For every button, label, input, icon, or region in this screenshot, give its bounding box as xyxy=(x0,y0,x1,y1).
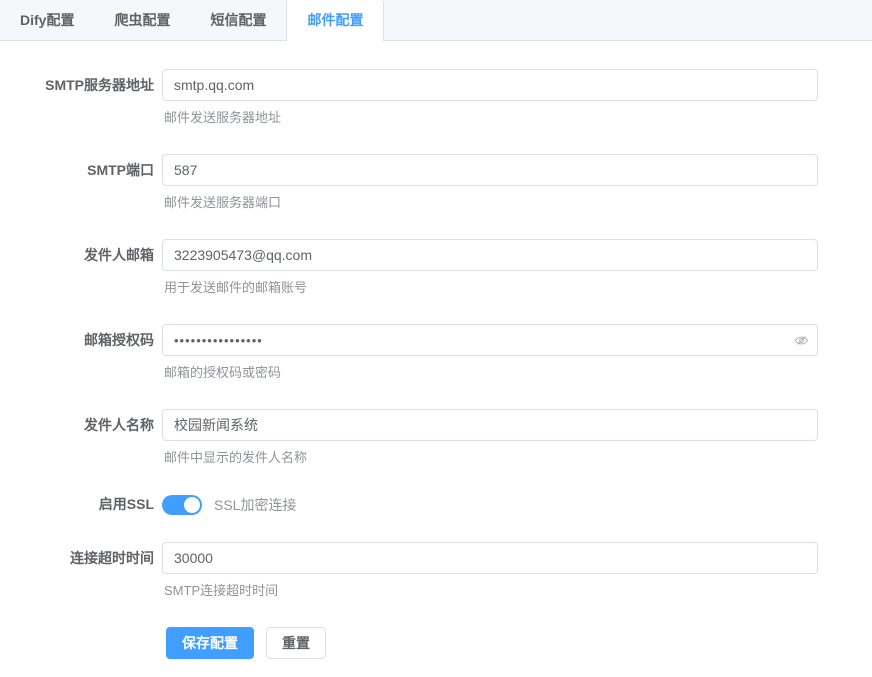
eye-hidden-icon[interactable] xyxy=(793,332,809,348)
tab-1[interactable]: Dify配置 xyxy=(0,0,94,41)
form-row: SMTP端口 邮件发送服务器端口 xyxy=(4,154,872,212)
field-label: SMTP服务器地址 xyxy=(4,69,154,101)
text-input[interactable] xyxy=(162,542,818,574)
save-config-button[interactable]: 保存配置 xyxy=(166,627,254,659)
field-help: 邮箱的授权码或密码 xyxy=(162,364,818,382)
field-label: 连接超时时间 xyxy=(4,542,154,574)
field-help: SMTP连接超时时间 xyxy=(162,582,818,600)
field-help: 用于发送邮件的邮箱账号 xyxy=(162,279,818,297)
ssl-toggle[interactable] xyxy=(162,495,202,515)
field-help: 邮件发送服务器地址 xyxy=(162,109,818,127)
form-rows: SMTP服务器地址 邮件发送服务器地址 SMTP端口 邮件发送服务器端口 发件人… xyxy=(4,69,872,600)
form-row: SMTP服务器地址 邮件发送服务器地址 xyxy=(4,69,872,127)
field-help: 邮件发送服务器端口 xyxy=(162,194,818,212)
button-row: 保存配置 重置 xyxy=(166,627,872,659)
ssl-row: 启用SSL SSL加密连接 xyxy=(4,494,872,515)
form-row: 发件人名称 邮件中显示的发件人名称 xyxy=(4,409,872,467)
text-input[interactable] xyxy=(162,69,818,101)
tab-2[interactable]: 爬虫配置 xyxy=(94,0,190,41)
tab-label: 邮件配置 xyxy=(307,12,363,28)
toggle-knob xyxy=(184,497,200,513)
tab-label: 短信配置 xyxy=(210,12,266,28)
field-label: 发件人邮箱 xyxy=(4,239,154,271)
tab-bar: Dify配置 爬虫配置 短信配置 邮件配置 xyxy=(0,0,872,41)
form-row: 发件人邮箱 用于发送邮件的邮箱账号 xyxy=(4,239,872,297)
reset-button[interactable]: 重置 xyxy=(266,627,326,659)
field-label: 邮箱授权码 xyxy=(4,324,154,356)
tab-label: 爬虫配置 xyxy=(114,12,170,28)
field-label: 发件人名称 xyxy=(4,409,154,441)
field-label: SMTP端口 xyxy=(4,154,154,186)
tab-label: Dify配置 xyxy=(20,12,74,28)
text-input[interactable] xyxy=(162,409,818,441)
form-row: 连接超时时间 SMTP连接超时时间 xyxy=(4,542,872,600)
field-help: 邮件中显示的发件人名称 xyxy=(162,449,818,467)
text-input[interactable] xyxy=(162,239,818,271)
tab-4[interactable]: 邮件配置 xyxy=(286,0,384,41)
text-input[interactable] xyxy=(162,324,818,356)
ssl-caption: SSL加密连接 xyxy=(214,495,296,515)
field-label: 启用SSL xyxy=(4,494,154,515)
text-input[interactable] xyxy=(162,154,818,186)
email-config-form: SMTP服务器地址 邮件发送服务器地址 SMTP端口 邮件发送服务器端口 发件人… xyxy=(0,41,872,659)
form-row: 邮箱授权码 邮箱的授权码或密码 xyxy=(4,324,872,382)
tab-3[interactable]: 短信配置 xyxy=(190,0,286,41)
